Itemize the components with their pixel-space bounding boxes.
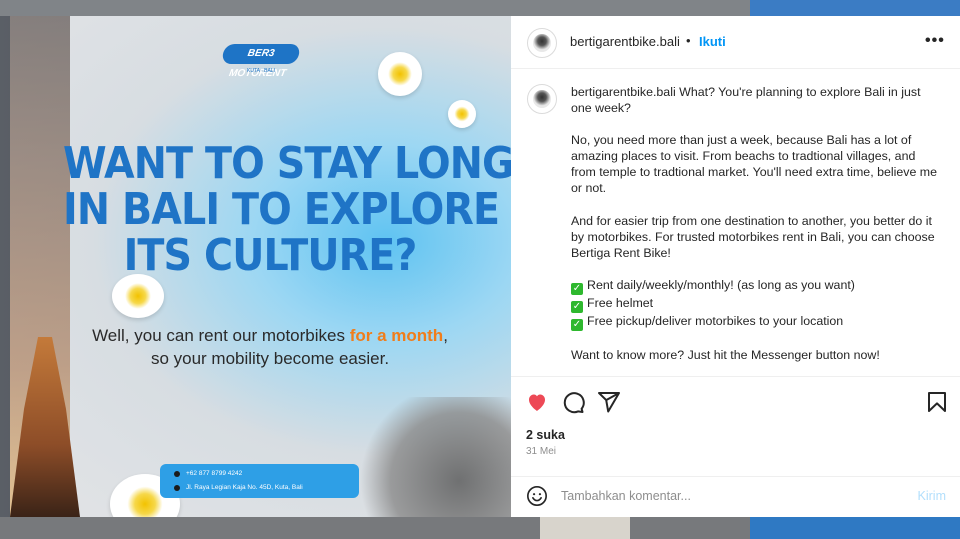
contact-address-row: Jl. Raya Legian Kaja No. 45D, Kuta, Bali bbox=[174, 484, 303, 491]
logo-badge: BER3 MOTORENT bbox=[221, 44, 301, 79]
post-header: bertigarentbike.bali • Ikuti ••• bbox=[511, 16, 960, 69]
header-separator: • bbox=[686, 33, 691, 48]
headline-line-2: IN BALI TO EXPLORE bbox=[63, 183, 500, 235]
share-icon[interactable] bbox=[597, 390, 621, 414]
post-image[interactable]: BER3 MOTORENT KUTA · BALI WANT TO STAY L… bbox=[10, 16, 511, 517]
emoji-icon[interactable] bbox=[526, 485, 548, 507]
subline-text: Well, you can rent our motorbikes bbox=[92, 326, 350, 345]
heart-icon[interactable] bbox=[525, 390, 549, 414]
headline-line-1: WANT TO STAY LONGER bbox=[63, 138, 511, 189]
phone-icon bbox=[174, 470, 180, 477]
check-item: ✓ Free pickup/deliver motorbikes to your … bbox=[571, 313, 941, 331]
comment-input[interactable]: Tambahkan komentar... bbox=[561, 489, 691, 503]
contact-box: +62 877 8799 4242 Jl. Raya Legian Kaja N… bbox=[160, 464, 359, 498]
post-caption: bertigarentbike.bali What? You're planni… bbox=[571, 84, 941, 379]
post-side-panel: bertigarentbike.bali • Ikuti ••• bertiga… bbox=[511, 16, 960, 517]
backdrop-paper bbox=[540, 517, 630, 539]
check-item: ✓ Rent daily/weekly/monthly! (as long as … bbox=[571, 277, 941, 295]
leaf-shadow bbox=[351, 397, 511, 517]
frangipani-flower-1 bbox=[378, 52, 422, 96]
header-username[interactable]: bertigarentbike.bali bbox=[570, 34, 680, 49]
frangipani-flower-2 bbox=[448, 100, 476, 128]
subline-line-2: so your mobility become easier. bbox=[150, 349, 390, 368]
avatar[interactable] bbox=[527, 28, 557, 58]
caption-username[interactable]: bertigarentbike.bali bbox=[571, 85, 676, 99]
avatar-logo-icon bbox=[533, 34, 551, 52]
bookmark-icon[interactable] bbox=[925, 390, 949, 414]
backdrop-bottom-strip bbox=[0, 517, 960, 539]
caption-p1: bertigarentbike.bali What? You're planni… bbox=[571, 84, 941, 116]
caption-checklist: ✓ Rent daily/weekly/monthly! (as long as … bbox=[571, 277, 941, 331]
backdrop-top-strip bbox=[0, 0, 960, 16]
check-mark-icon: ✓ bbox=[571, 282, 583, 295]
subline-comma: , bbox=[443, 326, 448, 345]
logo-subtext: KUTA · BALI bbox=[247, 68, 275, 74]
headline-line-3: ITS CULTURE? bbox=[123, 229, 418, 281]
caption-p4: Want to know more? Just hit the Messenge… bbox=[571, 347, 880, 362]
comment-bar: Tambahkan komentar... Kirim bbox=[511, 476, 960, 518]
check-item-text: Free pickup/deliver motorbikes to your l… bbox=[587, 313, 844, 328]
check-item: ✓ Free helmet bbox=[571, 295, 941, 313]
check-item-text: Free helmet bbox=[587, 295, 654, 310]
caption-p3: And for easier trip from one destination… bbox=[571, 213, 935, 260]
post-date: 31 Mei bbox=[526, 446, 557, 457]
check-mark-icon: ✓ bbox=[571, 318, 583, 331]
backdrop-top-blue bbox=[750, 0, 960, 16]
frangipani-flower-3 bbox=[112, 274, 164, 318]
likes-count[interactable]: 2 suka bbox=[526, 428, 565, 442]
comment-icon[interactable] bbox=[561, 390, 585, 414]
contact-phone: +62 877 8799 4242 bbox=[186, 470, 243, 477]
caption-p2: No, you need more than just a week, beca… bbox=[571, 133, 938, 196]
contact-address: Jl. Raya Legian Kaja No. 45D, Kuta, Bali bbox=[186, 484, 303, 491]
post-subline: Well, you can rent our motorbikes for a … bbox=[50, 324, 490, 370]
more-options-icon[interactable]: ••• bbox=[925, 32, 945, 50]
avatar-logo-icon bbox=[533, 90, 551, 108]
caption-avatar[interactable] bbox=[527, 84, 557, 114]
follow-button[interactable]: Ikuti bbox=[699, 34, 726, 49]
brand-logo: BER3 MOTORENT KUTA · BALI bbox=[221, 38, 301, 86]
send-comment-button[interactable]: Kirim bbox=[918, 489, 946, 503]
location-pin-icon bbox=[174, 484, 180, 491]
contact-phone-row: +62 877 8799 4242 bbox=[174, 470, 242, 477]
check-item-text: Rent daily/weekly/monthly! (as long as y… bbox=[587, 277, 855, 292]
subline-highlight: for a month bbox=[349, 326, 444, 345]
post-headline: WANT TO STAY LONGER IN BALI TO EXPLORE I… bbox=[63, 138, 511, 281]
backdrop-bottom-blue bbox=[750, 517, 960, 539]
action-bar bbox=[511, 376, 960, 423]
check-mark-icon: ✓ bbox=[571, 300, 583, 313]
